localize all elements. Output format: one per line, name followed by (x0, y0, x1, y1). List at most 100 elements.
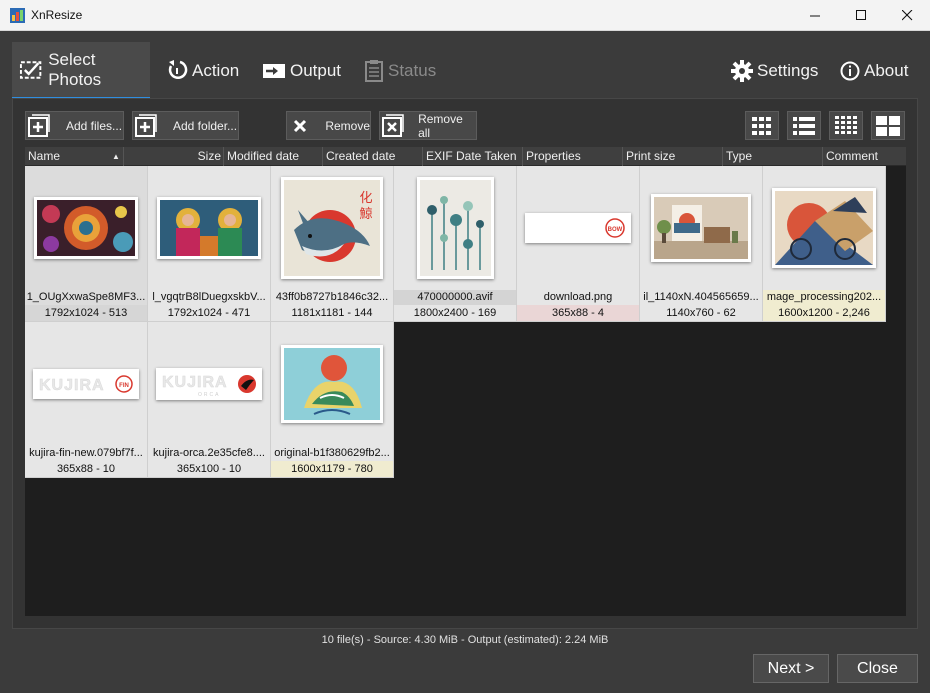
window-title: XnResize (31, 8, 83, 22)
file-item[interactable]: 化 鯨 43ff0b8727b1846c32... 1181x1181 - 14… (271, 166, 394, 322)
add-files-label: Add files... (66, 118, 123, 133)
large-thumbnails-view-icon (876, 115, 900, 136)
select-photos-panel: Add files... Add folder... Remove Remove… (12, 98, 918, 629)
add-files-icon (26, 112, 52, 139)
file-item[interactable]: original-b1f380629fb2... 1600x1179 - 780 (271, 322, 394, 478)
kujira-wordmark: KUJIRA (39, 377, 105, 394)
xnresize-app-icon (10, 8, 25, 23)
file-info: 365x88 - 10 (56, 463, 116, 475)
file-name: l_vgqtrB8lDuegxskbV... (152, 291, 266, 303)
about-label: About (864, 60, 909, 80)
file-name: mage_processing202... (763, 290, 885, 305)
list-view-icon (793, 116, 815, 135)
file-name: kujira-fin-new.079bf7f... (29, 447, 143, 459)
column-properties-label: Properties (526, 149, 581, 163)
file-list-header: Name ▲ Size Modified date Created date E… (25, 147, 906, 166)
thumbnail-grid: 1_OUgXxwaSpe8MF3... 1792x1024 - 513 l_vg… (25, 166, 906, 616)
bow-logo-text: BOW (608, 227, 623, 233)
file-info: 1792x1024 - 513 (25, 305, 147, 321)
file-item[interactable]: 1_OUgXxwaSpe8MF3... 1792x1024 - 513 (25, 166, 148, 322)
file-thumbnail: 化 鯨 (271, 166, 393, 290)
close-window-button[interactable] (884, 0, 930, 31)
view-large-thumbnails-button[interactable] (871, 111, 905, 140)
close-icon (901, 10, 912, 21)
file-thumbnail: KUJIRA FIN (25, 322, 147, 446)
minimize-button[interactable] (792, 0, 838, 31)
status-summary: 10 file(s) - Source: 4.30 MiB - Output (… (321, 634, 609, 646)
file-name: 43ff0b8727b1846c32... (275, 291, 389, 303)
file-info: 1600x1200 - 2,246 (763, 305, 885, 321)
column-modified-date[interactable]: Modified date (224, 147, 323, 166)
remove-all-label: Remove all (418, 111, 463, 140)
column-created-label: Created date (326, 149, 396, 163)
whale-kanji-1: 化 (359, 191, 372, 206)
column-properties[interactable]: Properties (523, 147, 623, 166)
main-tab-bar: Select Photos Action Output Status Setti… (0, 31, 930, 99)
column-name-label: Name (28, 149, 61, 163)
orca-text: ORCA (198, 392, 220, 398)
file-name: download.png (543, 291, 613, 303)
file-name: 1_OUgXxwaSpe8MF3... (26, 291, 146, 303)
next-button[interactable]: Next > (753, 654, 829, 683)
remove-label: Remove (325, 118, 370, 133)
file-thumbnail: KUJIRA ORCA (148, 322, 270, 446)
action-icon (168, 59, 188, 79)
add-files-button[interactable]: Add files... (25, 111, 124, 140)
column-size[interactable]: Size (124, 147, 224, 166)
file-item[interactable]: il_1140xN.404565659... 1140x760 - 62 (640, 166, 763, 322)
fin-text: FIN (119, 383, 129, 389)
file-item[interactable]: KUJIRA FIN kujira-fin-new.079bf7f... 365… (25, 322, 148, 478)
view-small-thumbnails-button[interactable] (829, 111, 863, 140)
column-modified-label: Modified date (227, 149, 300, 163)
column-type-label: Type (726, 149, 753, 163)
column-name[interactable]: Name ▲ (25, 147, 124, 166)
file-thumbnail (271, 322, 393, 446)
add-folder-button[interactable]: Add folder... (132, 111, 239, 140)
file-item[interactable]: 470000000.avif 1800x2400 - 169 (394, 166, 517, 322)
file-info: 365x100 - 10 (176, 463, 242, 475)
column-print-size-label: Print size (626, 149, 676, 163)
gear-icon (731, 59, 753, 82)
info-icon (840, 61, 860, 80)
view-list-button[interactable] (787, 111, 821, 140)
file-item[interactable]: l_vgqtrB8lDuegxskbV... 1792x1024 - 471 (148, 166, 271, 322)
tab-label: Select Photos (48, 49, 102, 89)
file-item[interactable]: mage_processing202... 1600x1200 - 2,246 (763, 166, 886, 322)
file-info: 1792x1024 - 471 (167, 307, 251, 319)
file-name: original-b1f380629fb2... (274, 447, 390, 459)
file-item[interactable]: BOW download.png 365x88 - 4 (517, 166, 640, 322)
select-photos-icon (19, 60, 42, 79)
file-info: 1600x1179 - 780 (271, 461, 393, 477)
file-info: 1181x1181 - 144 (291, 307, 373, 319)
file-thumbnail (25, 166, 147, 290)
remove-button[interactable]: Remove (286, 111, 371, 140)
close-button[interactable]: Close (837, 654, 918, 683)
column-print-size[interactable]: Print size (623, 147, 723, 166)
file-info: 1140x760 - 62 (666, 307, 736, 319)
file-item[interactable]: KUJIRA ORCA kujira-orca.2e35cfe8.... 365… (148, 322, 271, 478)
add-folder-label: Add folder... (173, 118, 238, 133)
settings-button[interactable]: Settings (731, 42, 818, 99)
column-comment[interactable]: Comment (823, 147, 906, 166)
tab-action[interactable]: Action (166, 42, 239, 99)
settings-label: Settings (757, 60, 819, 80)
file-thumbnail: BOW (517, 166, 639, 290)
tab-output[interactable]: Output (262, 42, 341, 99)
file-name: 470000000.avif (394, 290, 516, 305)
column-exif-date[interactable]: EXIF Date Taken (423, 147, 523, 166)
file-info: 365x88 - 4 (517, 305, 639, 321)
add-folder-icon (133, 112, 159, 139)
remove-all-button[interactable]: Remove all (379, 111, 477, 140)
maximize-button[interactable] (838, 0, 884, 31)
tab-select-photos[interactable]: Select Photos (12, 42, 150, 99)
tab-label: Action (192, 60, 240, 80)
sort-ascending-icon: ▲ (112, 152, 120, 161)
column-type[interactable]: Type (723, 147, 823, 166)
view-thumbnails-button[interactable] (745, 111, 779, 140)
file-thumbnail (763, 166, 885, 290)
column-created-date[interactable]: Created date (323, 147, 423, 166)
output-icon (263, 63, 285, 78)
about-button[interactable]: About (840, 42, 908, 99)
status-icon (365, 59, 383, 82)
file-info: 1800x2400 - 169 (413, 307, 497, 319)
